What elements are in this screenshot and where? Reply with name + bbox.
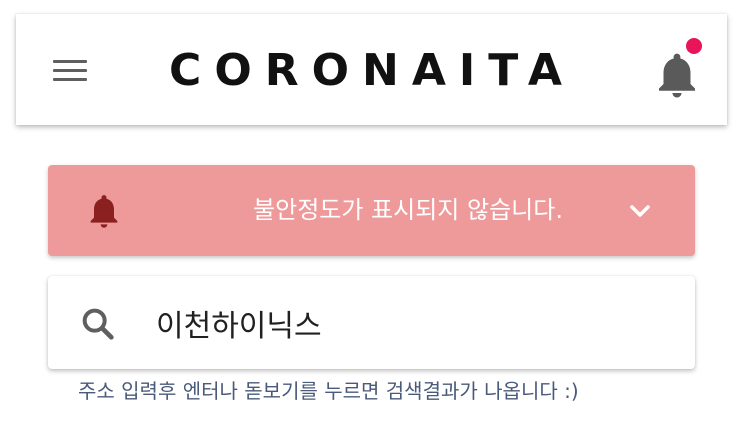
notification-dot [686, 38, 702, 54]
stability-alert-bar[interactable]: 불안정도가 표시되지 않습니다. [48, 165, 695, 256]
search-icon[interactable] [78, 304, 118, 344]
bell-icon [84, 189, 124, 233]
alert-message: 불안정도가 표시되지 않습니다. [253, 196, 563, 224]
search-input[interactable] [156, 298, 666, 348]
hamburger-menu-icon[interactable] [50, 54, 90, 86]
notification-bell-icon[interactable] [650, 48, 704, 102]
search-box [48, 276, 695, 369]
app-logo[interactable]: CORONAITA [152, 48, 592, 94]
chevron-down-icon[interactable] [624, 195, 656, 227]
top-app-bar: CORONAITA [16, 14, 727, 125]
search-hint-text: 주소 입력후 엔터나 돋보기를 누르면 검색결과가 나옵니다 :) [78, 379, 579, 403]
